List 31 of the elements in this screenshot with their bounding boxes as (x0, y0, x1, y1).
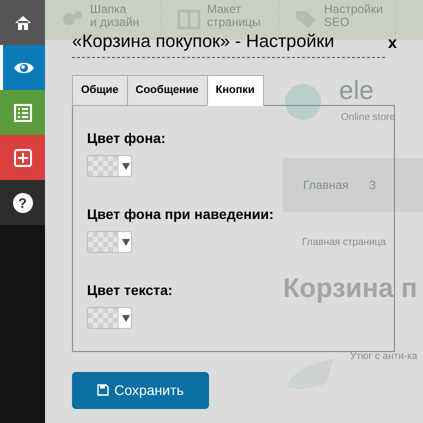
color-picker[interactable] (87, 154, 132, 176)
field-label: Цвет фона: (87, 128, 166, 148)
toolbar-label: Макет страницы (207, 3, 261, 29)
toolbar-label: Шапка и дизайн (90, 3, 140, 29)
close-button[interactable]: x (388, 32, 397, 56)
save-button[interactable]: Сохранить (72, 372, 209, 408)
sidebar-item[interactable] (0, 90, 45, 135)
help-icon: ? (12, 192, 32, 212)
sidebar-item[interactable] (0, 135, 45, 180)
product-name: Утюг с анти-ка (350, 350, 418, 364)
plus-icon (12, 146, 34, 168)
dropdown-arrow-icon (122, 238, 130, 246)
field-label: Цвет фона при наведении: (87, 204, 274, 224)
field-label: Цвет текста: (87, 280, 173, 300)
sidebar-item[interactable] (0, 0, 45, 45)
color-picker[interactable] (87, 230, 132, 252)
logo-text: ele (339, 76, 374, 104)
toolbar-label: Настройки SEO (324, 3, 383, 29)
sidebar-item[interactable] (0, 45, 45, 90)
breadcrumb: Главная страница (302, 236, 386, 250)
list-icon (12, 102, 34, 124)
tab[interactable]: Сообщение (126, 74, 208, 106)
tab[interactable]: Общие (72, 74, 128, 106)
dropdown-arrow-icon (122, 162, 130, 170)
tab[interactable]: Кнопки (206, 74, 264, 106)
dialog-title: «Корзина покупок» - Настройки (72, 30, 334, 52)
page-heading: Корзина п (283, 272, 418, 305)
dropdown-arrow-icon (122, 314, 130, 322)
sidebar-item[interactable]: ? (0, 180, 45, 225)
logo-subtitle: Online store (341, 112, 395, 124)
color-picker[interactable] (87, 306, 132, 328)
